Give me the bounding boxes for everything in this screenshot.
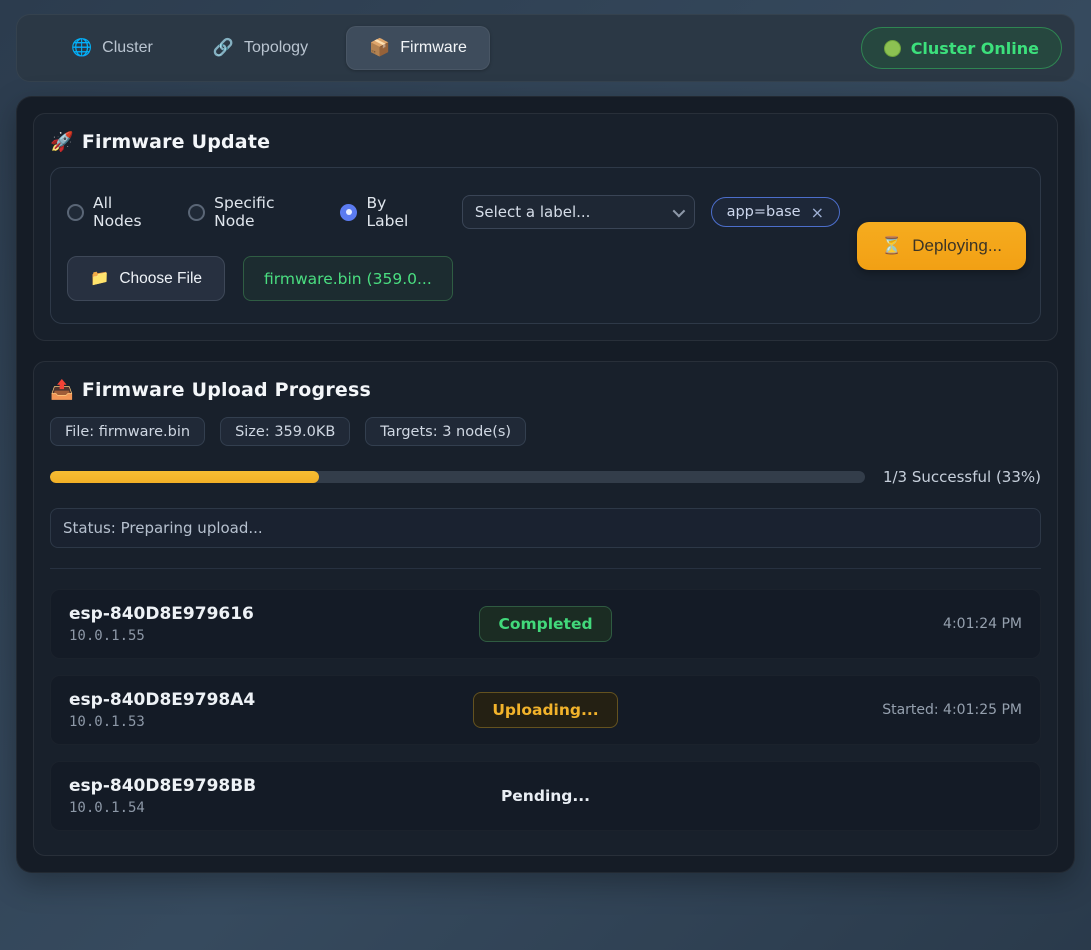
radio-unchecked-icon — [188, 204, 205, 221]
node-ip: 10.0.1.54 — [69, 800, 501, 816]
deploy-button-label: Deploying... — [912, 236, 1002, 256]
status-badge-uploading: Uploading... — [473, 692, 617, 728]
tab-topology-label: Topology — [244, 39, 308, 57]
folder-icon: 📁 — [90, 269, 109, 288]
label-select-dropdown[interactable]: Select a label... — [462, 195, 695, 229]
firmware-update-title: 🚀Firmware Update — [50, 130, 1041, 153]
file-select-row: 📁 Choose File firmware.bin (359.0... — [67, 256, 840, 301]
label-select-placeholder: Select a label... — [475, 203, 591, 221]
top-nav: 🌐 Cluster 🔗 Topology 📦 Firmware Cluster … — [16, 14, 1075, 82]
tab-cluster-label: Cluster — [102, 39, 153, 57]
deploy-button[interactable]: ⏳ Deploying... — [857, 222, 1026, 270]
rocket-icon: 🚀 — [50, 131, 74, 153]
choose-file-button[interactable]: 📁 Choose File — [67, 256, 225, 301]
node-info: esp-840D8E9798A4 10.0.1.53 — [69, 690, 473, 730]
globe-icon: 🌐 — [71, 38, 92, 58]
progress-row: 1/3 Successful (33%) — [50, 468, 1041, 486]
status-line: Status: Preparing upload... — [50, 508, 1041, 548]
node-row-2: esp-840D8E9798A4 10.0.1.53 Uploading... … — [50, 675, 1041, 745]
upload-progress-title: 📤Firmware Upload Progress — [50, 378, 1041, 401]
radio-unchecked-icon — [67, 204, 84, 221]
upload-progress-card: 📤Firmware Upload Progress File: firmware… — [33, 361, 1058, 856]
tab-firmware[interactable]: 📦 Firmware — [346, 26, 490, 70]
node-time: Started: 4:01:25 PM — [618, 702, 1022, 718]
progress-bar — [50, 471, 865, 483]
selected-file-chip: firmware.bin (359.0... — [243, 256, 453, 301]
green-circle-icon — [884, 40, 901, 57]
file-name-badge: File: firmware.bin — [50, 417, 205, 446]
node-row-3: esp-840D8E9798BB 10.0.1.54 Pending... — [50, 761, 1041, 831]
hourglass-icon: ⏳ — [881, 236, 902, 256]
radio-all-nodes[interactable]: All Nodes — [67, 194, 160, 230]
choose-file-label: Choose File — [119, 270, 202, 288]
radio-by-label-label: By Label — [366, 194, 427, 230]
link-icon: 🔗 — [213, 38, 234, 58]
label-tag-app-base: app=base × — [711, 197, 840, 227]
progress-label: 1/3 Successful (33%) — [883, 468, 1041, 486]
progress-fill — [50, 471, 319, 483]
target-select-row: All Nodes Specific Node By Label Select … — [67, 194, 840, 230]
node-name: esp-840D8E979616 — [69, 604, 479, 624]
firmware-update-form: All Nodes Specific Node By Label Select … — [50, 167, 1041, 324]
close-icon[interactable]: × — [811, 203, 824, 222]
outbox-tray-icon: 📤 — [50, 379, 74, 401]
tab-topology[interactable]: 🔗 Topology — [191, 26, 330, 70]
main-panel: 🚀Firmware Update All Nodes Specific Node… — [16, 96, 1075, 873]
radio-all-nodes-label: All Nodes — [93, 194, 160, 230]
node-row-1: esp-840D8E979616 10.0.1.55 Completed 4:0… — [50, 589, 1041, 659]
tab-cluster[interactable]: 🌐 Cluster — [49, 26, 175, 70]
divider — [50, 568, 1041, 569]
node-time: 4:01:24 PM — [612, 616, 1022, 632]
firmware-update-card: 🚀Firmware Update All Nodes Specific Node… — [33, 113, 1058, 341]
node-ip: 10.0.1.55 — [69, 628, 479, 644]
radio-checked-icon — [340, 204, 357, 221]
targets-badge: Targets: 3 node(s) — [365, 417, 526, 446]
file-size-badge: Size: 359.0KB — [220, 417, 350, 446]
status-text-pending: Pending... — [501, 787, 590, 805]
node-info: esp-840D8E9798BB 10.0.1.54 — [69, 776, 501, 816]
label-tag-text: app=base — [727, 204, 801, 220]
upload-meta-row: File: firmware.bin Size: 359.0KB Targets… — [50, 417, 1041, 446]
radio-specific-node[interactable]: Specific Node — [188, 194, 312, 230]
radio-by-label[interactable]: By Label — [340, 194, 427, 230]
chevron-down-icon — [672, 204, 685, 217]
node-name: esp-840D8E9798A4 — [69, 690, 473, 710]
radio-specific-node-label: Specific Node — [214, 194, 312, 230]
node-info: esp-840D8E979616 10.0.1.55 — [69, 604, 479, 644]
selected-file-name: firmware.bin (359.0... — [264, 270, 432, 288]
node-ip: 10.0.1.53 — [69, 714, 473, 730]
tab-firmware-label: Firmware — [400, 39, 467, 57]
node-name: esp-840D8E9798BB — [69, 776, 501, 796]
cluster-status-badge: Cluster Online — [861, 27, 1062, 69]
status-badge-completed: Completed — [479, 606, 611, 642]
cluster-status-label: Cluster Online — [911, 39, 1039, 58]
package-icon: 📦 — [369, 38, 390, 58]
